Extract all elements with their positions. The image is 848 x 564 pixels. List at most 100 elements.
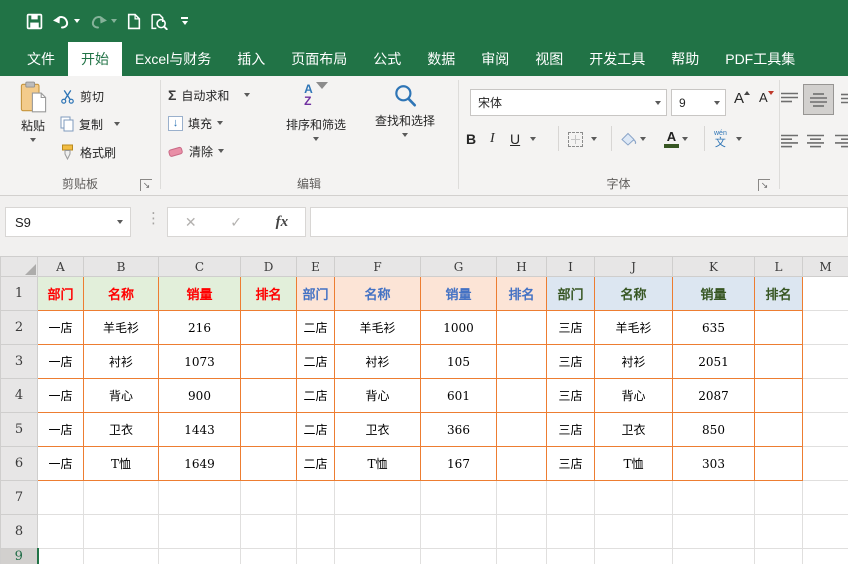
col-header-A[interactable]: A xyxy=(38,257,84,277)
cell-E2[interactable]: 二店 xyxy=(297,311,335,345)
cell-G9[interactable] xyxy=(421,549,497,564)
col-header-L[interactable]: L xyxy=(755,257,803,277)
clear-button[interactable]: 清除 xyxy=(168,140,224,162)
cell-C9[interactable] xyxy=(159,549,241,564)
cell-K8[interactable] xyxy=(673,515,755,549)
phonetic-dropdown-icon[interactable] xyxy=(736,137,742,141)
cell-A8[interactable] xyxy=(38,515,84,549)
cell-D1[interactable]: 排名 xyxy=(241,277,297,311)
font-dialog-launcher[interactable]: ↘ xyxy=(758,179,770,191)
cell-F1[interactable]: 名称 xyxy=(335,277,421,311)
cell-G8[interactable] xyxy=(421,515,497,549)
cell-D8[interactable] xyxy=(241,515,297,549)
cell-I3[interactable]: 三店 xyxy=(547,345,595,379)
cell-H7[interactable] xyxy=(497,481,547,515)
select-all-corner[interactable] xyxy=(1,257,38,277)
italic-button[interactable]: I xyxy=(490,126,495,152)
cell-E1[interactable]: 部门 xyxy=(297,277,335,311)
fill-color-dropdown-icon[interactable] xyxy=(640,137,646,141)
tab-5[interactable]: 公式 xyxy=(360,42,414,76)
cell-E3[interactable]: 二店 xyxy=(297,345,335,379)
cell-A4[interactable]: 一店 xyxy=(38,379,84,413)
cell-B3[interactable]: 衬衫 xyxy=(84,345,159,379)
middle-align-button-selected[interactable] xyxy=(803,84,834,115)
cell-K4[interactable]: 2087 xyxy=(673,379,755,413)
cell-L4[interactable] xyxy=(755,379,803,413)
tab-6[interactable]: 数据 xyxy=(414,42,468,76)
cell-B7[interactable] xyxy=(84,481,159,515)
cell-J1[interactable]: 名称 xyxy=(595,277,673,311)
bold-button[interactable]: B xyxy=(466,126,476,152)
cell-G3[interactable]: 105 xyxy=(421,345,497,379)
cell-G4[interactable]: 601 xyxy=(421,379,497,413)
name-box[interactable]: S9 xyxy=(5,207,131,237)
cell-G1[interactable]: 销量 xyxy=(421,277,497,311)
cell-F5[interactable]: 卫衣 xyxy=(335,413,421,447)
cell-J8[interactable] xyxy=(595,515,673,549)
cell-D9[interactable] xyxy=(241,549,297,564)
tab-3[interactable]: 插入 xyxy=(224,42,278,76)
name-box-dropdown-icon[interactable] xyxy=(117,220,123,224)
cell-H9[interactable] xyxy=(497,549,547,564)
cell-G5[interactable]: 366 xyxy=(421,413,497,447)
cell-I2[interactable]: 三店 xyxy=(547,311,595,345)
underline-dropdown-icon[interactable] xyxy=(530,137,536,141)
shrink-font-button[interactable]: A xyxy=(759,90,774,105)
cell-A2[interactable]: 一店 xyxy=(38,311,84,345)
row-header-5[interactable]: 5 xyxy=(1,413,38,447)
fill-color-button[interactable] xyxy=(620,126,646,152)
tab-1[interactable]: 开始 xyxy=(68,42,122,76)
find-select-button[interactable]: 查找和选择 xyxy=(360,81,450,137)
clear-dropdown-icon[interactable] xyxy=(218,149,224,153)
col-header-G[interactable]: G xyxy=(421,257,497,277)
cell-A1[interactable]: 部门 xyxy=(38,277,84,311)
cell-L8[interactable] xyxy=(755,515,803,549)
cell-A5[interactable]: 一店 xyxy=(38,413,84,447)
redo-button[interactable] xyxy=(89,9,117,33)
col-header-F[interactable]: F xyxy=(335,257,421,277)
font-color-dropdown-icon[interactable] xyxy=(682,137,688,141)
row-header-3[interactable]: 3 xyxy=(1,345,38,379)
underline-button[interactable]: U xyxy=(510,126,536,152)
cell-F8[interactable] xyxy=(335,515,421,549)
cell-H3[interactable] xyxy=(497,345,547,379)
cell-E9[interactable] xyxy=(297,549,335,564)
cell-B5[interactable]: 卫衣 xyxy=(84,413,159,447)
cell-L6[interactable] xyxy=(755,447,803,481)
cell-J6[interactable]: T恤 xyxy=(595,447,673,481)
cut-button[interactable]: 剪切 xyxy=(60,85,104,107)
cell-M8[interactable] xyxy=(803,515,848,549)
cell-A7[interactable] xyxy=(38,481,84,515)
align-left-button[interactable] xyxy=(781,134,799,151)
tab-8[interactable]: 视图 xyxy=(522,42,576,76)
cell-G7[interactable] xyxy=(421,481,497,515)
cell-L5[interactable] xyxy=(755,413,803,447)
cell-H2[interactable] xyxy=(497,311,547,345)
cell-B6[interactable]: T恤 xyxy=(84,447,159,481)
copy-dropdown-icon[interactable] xyxy=(114,122,120,126)
cell-F9[interactable] xyxy=(335,549,421,564)
cell-H8[interactable] xyxy=(497,515,547,549)
row-header-2[interactable]: 2 xyxy=(1,311,38,345)
borders-button[interactable] xyxy=(568,126,597,152)
font-size-combo[interactable]: 9 xyxy=(671,89,726,116)
cell-D6[interactable] xyxy=(241,447,297,481)
bottom-align-button[interactable] xyxy=(841,92,848,107)
undo-button[interactable] xyxy=(52,9,80,33)
cell-I7[interactable] xyxy=(547,481,595,515)
save-button[interactable] xyxy=(26,9,43,33)
cell-D4[interactable] xyxy=(241,379,297,413)
clipboard-dialog-launcher[interactable]: ↘ xyxy=(140,179,152,191)
col-header-H[interactable]: H xyxy=(497,257,547,277)
tab-2[interactable]: Excel与财务 xyxy=(122,42,224,76)
cell-A6[interactable]: 一店 xyxy=(38,447,84,481)
align-right-button[interactable] xyxy=(835,134,848,151)
cell-J4[interactable]: 背心 xyxy=(595,379,673,413)
cell-I6[interactable]: 三店 xyxy=(547,447,595,481)
cell-C2[interactable]: 216 xyxy=(159,311,241,345)
top-align-button[interactable] xyxy=(781,92,799,107)
cell-J7[interactable] xyxy=(595,481,673,515)
col-header-C[interactable]: C xyxy=(159,257,241,277)
cell-I5[interactable]: 三店 xyxy=(547,413,595,447)
autosum-dropdown-icon[interactable] xyxy=(244,93,250,97)
